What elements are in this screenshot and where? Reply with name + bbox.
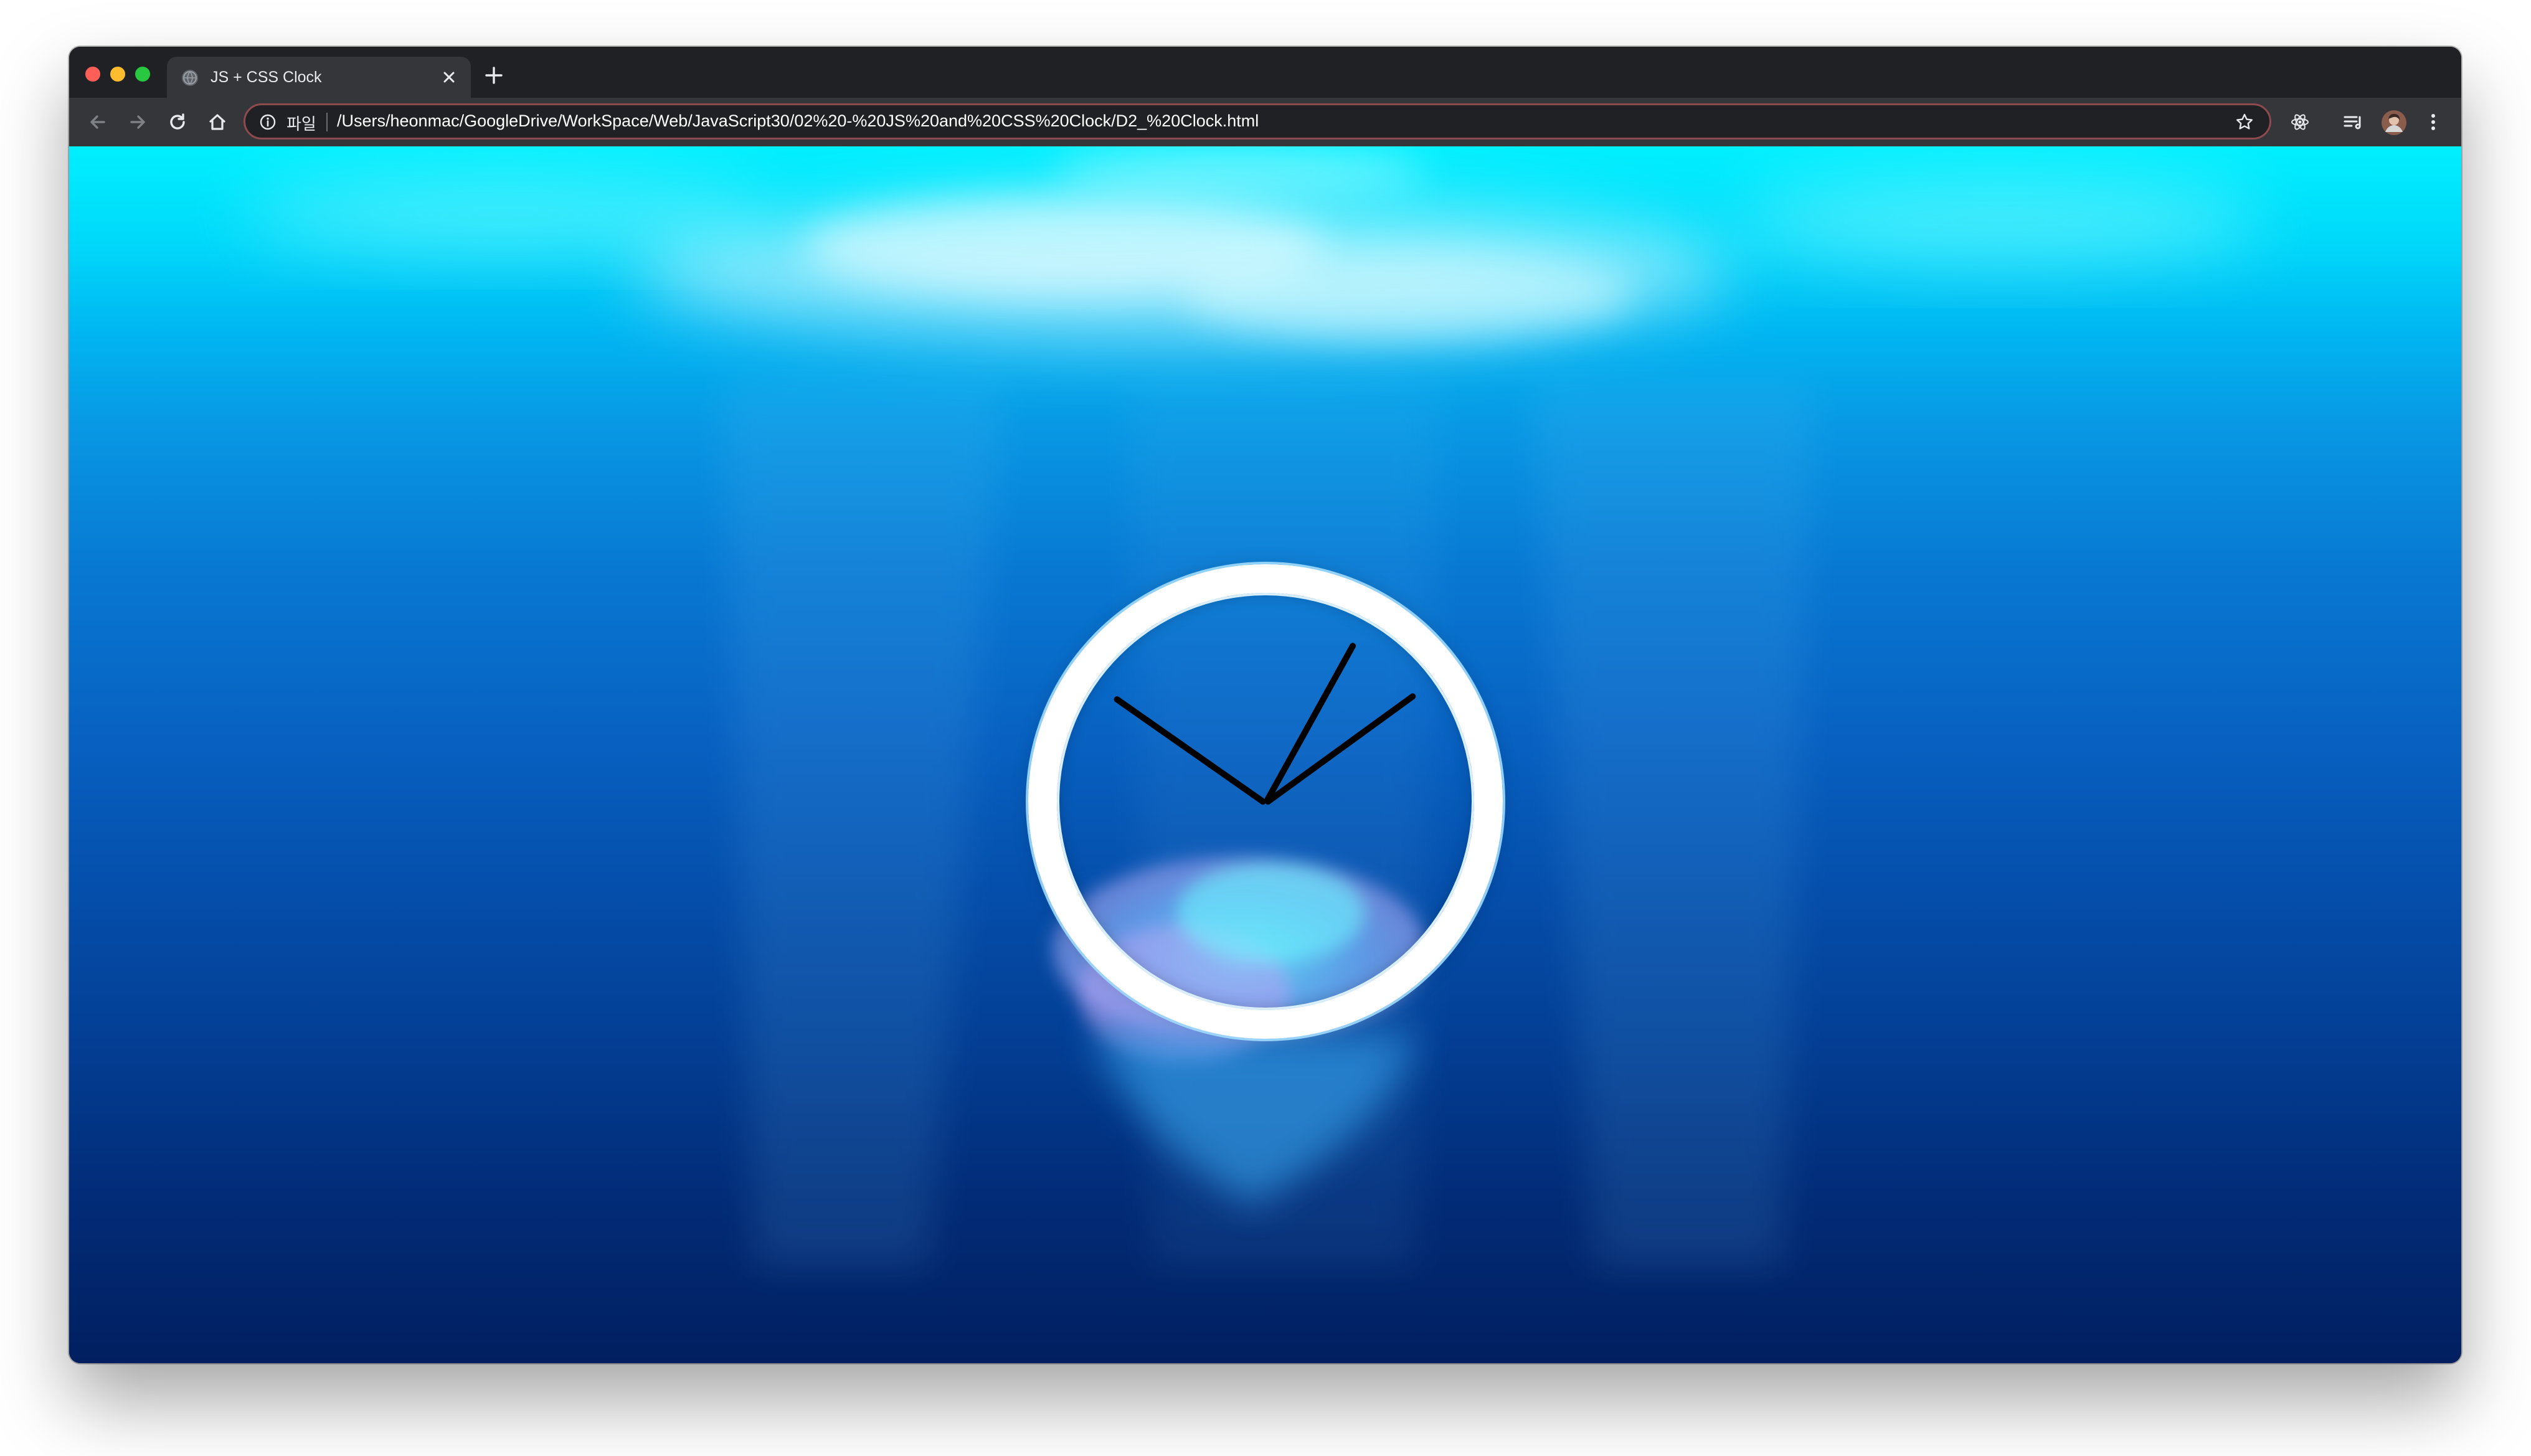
toolbar: 파일 /Users/heonmac/GoogleDrive/WorkSpace/… bbox=[69, 98, 2461, 146]
reload-icon[interactable] bbox=[165, 110, 190, 135]
omnibox-divider bbox=[326, 113, 328, 131]
back-icon[interactable] bbox=[85, 110, 110, 135]
bookmark-star-icon[interactable] bbox=[2235, 112, 2254, 132]
browser-window: JS + CSS Clock 파일 /Users/heonmac/GoogleD… bbox=[69, 47, 2461, 1363]
clock-face bbox=[1028, 564, 1503, 1039]
tab-close-icon[interactable] bbox=[440, 68, 458, 87]
hour-hand bbox=[1112, 695, 1267, 806]
zoom-window-button[interactable] bbox=[135, 67, 150, 82]
home-icon[interactable] bbox=[205, 110, 230, 135]
second-hand bbox=[1264, 692, 1417, 806]
minimize-window-button[interactable] bbox=[110, 67, 125, 82]
tab-strip: JS + CSS Clock bbox=[69, 47, 2461, 98]
globe-icon bbox=[182, 70, 198, 86]
url-text[interactable]: /Users/heonmac/GoogleDrive/WorkSpace/Web… bbox=[337, 111, 1259, 131]
menu-dots-icon[interactable] bbox=[2421, 110, 2446, 135]
address-bar[interactable]: 파일 /Users/heonmac/GoogleDrive/WorkSpace/… bbox=[244, 103, 2271, 139]
react-devtools-icon[interactable] bbox=[2287, 110, 2312, 135]
reading-list-icon[interactable] bbox=[2341, 110, 2366, 135]
security-chip[interactable]: 파일 bbox=[286, 111, 316, 135]
tab-clock[interactable]: JS + CSS Clock bbox=[167, 57, 471, 98]
info-icon[interactable] bbox=[259, 113, 277, 131]
page-viewport bbox=[69, 146, 2461, 1363]
new-tab-icon[interactable] bbox=[484, 65, 504, 85]
tab-title: JS + CSS Clock bbox=[211, 69, 322, 86]
profile-avatar[interactable] bbox=[2381, 110, 2406, 135]
close-window-button[interactable] bbox=[85, 67, 100, 82]
minute-hand bbox=[1262, 641, 1357, 805]
forward-icon[interactable] bbox=[125, 110, 150, 135]
